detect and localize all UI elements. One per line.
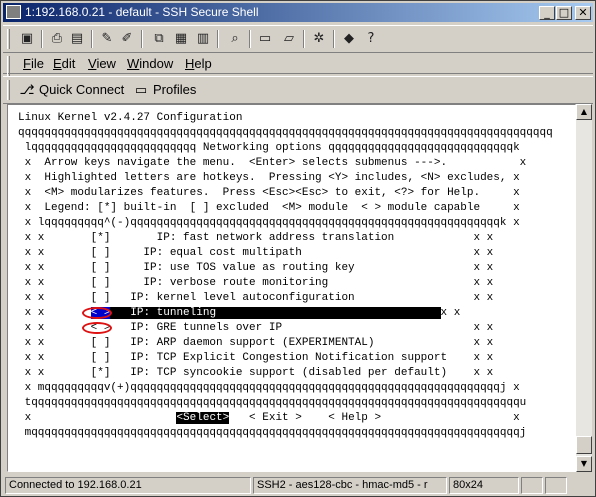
menu-option[interactable]: x x [ ] IP: kernel level autoconfigurati…	[18, 291, 494, 306]
title-bar[interactable]: 1:192.168.0.21 - default - SSH Secure Sh…	[3, 3, 593, 22]
menu-bar: File Edit View Window Help	[3, 53, 593, 76]
exit-help-buttons[interactable]: < Exit > < Help >	[229, 412, 513, 424]
profiles-button[interactable]: ▭ Profiles	[133, 80, 197, 100]
select-button[interactable]: <Select>	[176, 412, 230, 424]
context-help-icon[interactable]: ?	[361, 29, 381, 49]
ssh-client-window: 1:192.168.0.21 - default - SSH Secure Sh…	[0, 0, 596, 497]
toolbar-grip[interactable]	[7, 29, 10, 49]
menu-help[interactable]: Help	[185, 56, 212, 72]
lock-icon	[545, 477, 567, 494]
profiles-grip[interactable]	[7, 80, 10, 100]
tunneling-label: IP: tunneling	[110, 307, 441, 319]
terminal-line: Linux Kernel v2.4.27 Configuration	[18, 112, 243, 124]
copy-icon[interactable]: ⧉	[149, 29, 169, 49]
terminal-size: 80x24	[449, 477, 519, 494]
quick-connect-icon: ⎇	[19, 83, 35, 98]
close-button[interactable]: ✕	[575, 6, 591, 20]
menu-file[interactable]: File	[23, 56, 44, 72]
menu-option[interactable]: x x [ ] IP: TCP Explicit Congestion Noti…	[18, 351, 494, 366]
toolbar-separator	[333, 30, 335, 48]
terminal-line: x <M> modularizes features. Press <Esc><…	[18, 187, 520, 199]
menu-option[interactable]: x x [*] IP: TCP syncookie support (disab…	[18, 366, 494, 381]
save-icon[interactable]: ▣	[17, 29, 37, 49]
menu-option[interactable]: x x [ ] IP: verbose route monitoring x x	[18, 276, 494, 291]
settings-icon[interactable]: ✲	[309, 29, 329, 49]
find-icon[interactable]: ⌕	[225, 29, 245, 49]
terminal-line: mqqqqqqqqqqqqqqqqqqqqqqqqqqqqqqqqqqqqqqq…	[18, 427, 527, 439]
terminal-line: x Legend: [*] built-in [ ] excluded <M> …	[18, 202, 520, 214]
toolbar-separator	[303, 30, 305, 48]
terminal-line: x Highlighted letters are hotkeys. Press…	[18, 172, 520, 184]
menu-option[interactable]: x x [*] IP: fast network address transla…	[18, 231, 494, 246]
help-book-icon[interactable]: ◆	[339, 29, 359, 49]
menu-window[interactable]: Window	[127, 56, 173, 72]
menu-view[interactable]: View	[88, 56, 116, 72]
new-terminal-icon[interactable]: ▭	[255, 29, 275, 49]
status-bar: Connected to 192.168.0.21 SSH2 - aes128-…	[3, 476, 593, 495]
minimize-button[interactable]: _	[539, 6, 555, 20]
new-file-transfer-icon[interactable]: ▱	[279, 29, 299, 49]
terminal-line: x Arrow keys navigate the menu. <Enter> …	[18, 157, 527, 169]
dialog-title-line: lqqqqqqqqqqqqqqqqqqqqqqqqq Networking op…	[18, 142, 520, 154]
quick-connect-button[interactable]: ⎇ Quick Connect	[19, 80, 125, 100]
folder-icon: ▭	[134, 83, 148, 98]
menu-option[interactable]: x x [ ] IP: equal cost multipath x x	[18, 246, 494, 261]
status-indicator-icon	[521, 477, 543, 494]
annotation-ring	[82, 322, 112, 334]
print-preview-icon[interactable]: ▤	[67, 29, 87, 49]
terminal-line: x lqqqqqqqqq^(-)qqqqqqqqqqqqqqqqqqqqqqqq…	[18, 217, 520, 229]
cipher-status: SSH2 - aes128-cbc - hmac-md5 - r	[253, 477, 447, 494]
scroll-up-button[interactable]: ▲	[576, 104, 592, 120]
menu-option[interactable]: x x [ ] IP: use TOS value as routing key…	[18, 261, 494, 276]
connection-status: Connected to 192.168.0.21	[5, 477, 251, 494]
toolbar-separator	[249, 30, 251, 48]
terminal-line: x mqqqqqqqqqv(+)qqqqqqqqqqqqqqqqqqqqqqqq…	[18, 382, 520, 394]
disconnect-icon[interactable]: ✎	[97, 29, 117, 49]
annotation-ring	[82, 307, 112, 319]
scroll-thumb[interactable]	[576, 436, 592, 454]
scroll-down-button[interactable]: ▼	[576, 456, 592, 472]
terminal-line: tqqqqqqqqqqqqqqqqqqqqqqqqqqqqqqqqqqqqqqq…	[18, 397, 527, 409]
maximize-button[interactable]: □	[556, 6, 572, 20]
app-icon[interactable]	[6, 5, 21, 19]
menu-grip[interactable]	[7, 56, 10, 76]
paste-icon[interactable]: ▦	[171, 29, 191, 49]
dialog-buttons-line: x <Select> < Exit > < Help > x	[18, 412, 520, 424]
terminal-screen[interactable]: Linux Kernel v2.4.27 Configuration qqqqq…	[7, 104, 576, 472]
toolbar-separator	[91, 30, 93, 48]
menu-option[interactable]: x x [ ] IP: ARP daemon support (EXPERIME…	[18, 336, 494, 351]
menu-edit[interactable]: Edit	[53, 56, 75, 72]
toolbar-separator	[217, 30, 219, 48]
terminal-line: qqqqqqqqqqqqqqqqqqqqqqqqqqqqqqqqqqqqqqqq…	[18, 127, 553, 139]
toolbar-separator	[41, 30, 43, 48]
profiles-bar: ⎇ Quick Connect ▭ Profiles	[3, 76, 593, 104]
print-icon[interactable]: ⎙	[47, 29, 67, 49]
vertical-scrollbar[interactable]: ▲ ▼	[576, 104, 592, 472]
connect-icon[interactable]: ✐	[117, 29, 137, 49]
toolbar-separator	[141, 30, 143, 48]
paste-alt-icon[interactable]: ▥	[193, 29, 213, 49]
toolbar: ▣ ⎙ ▤ ✎ ✐ ⧉ ▦ ▥ ⌕ ▭ ▱ ✲ ◆ ?	[3, 25, 593, 53]
resize-grip-icon[interactable]	[569, 477, 591, 494]
window-title: 1:192.168.0.21 - default - SSH Secure Sh…	[25, 5, 259, 19]
